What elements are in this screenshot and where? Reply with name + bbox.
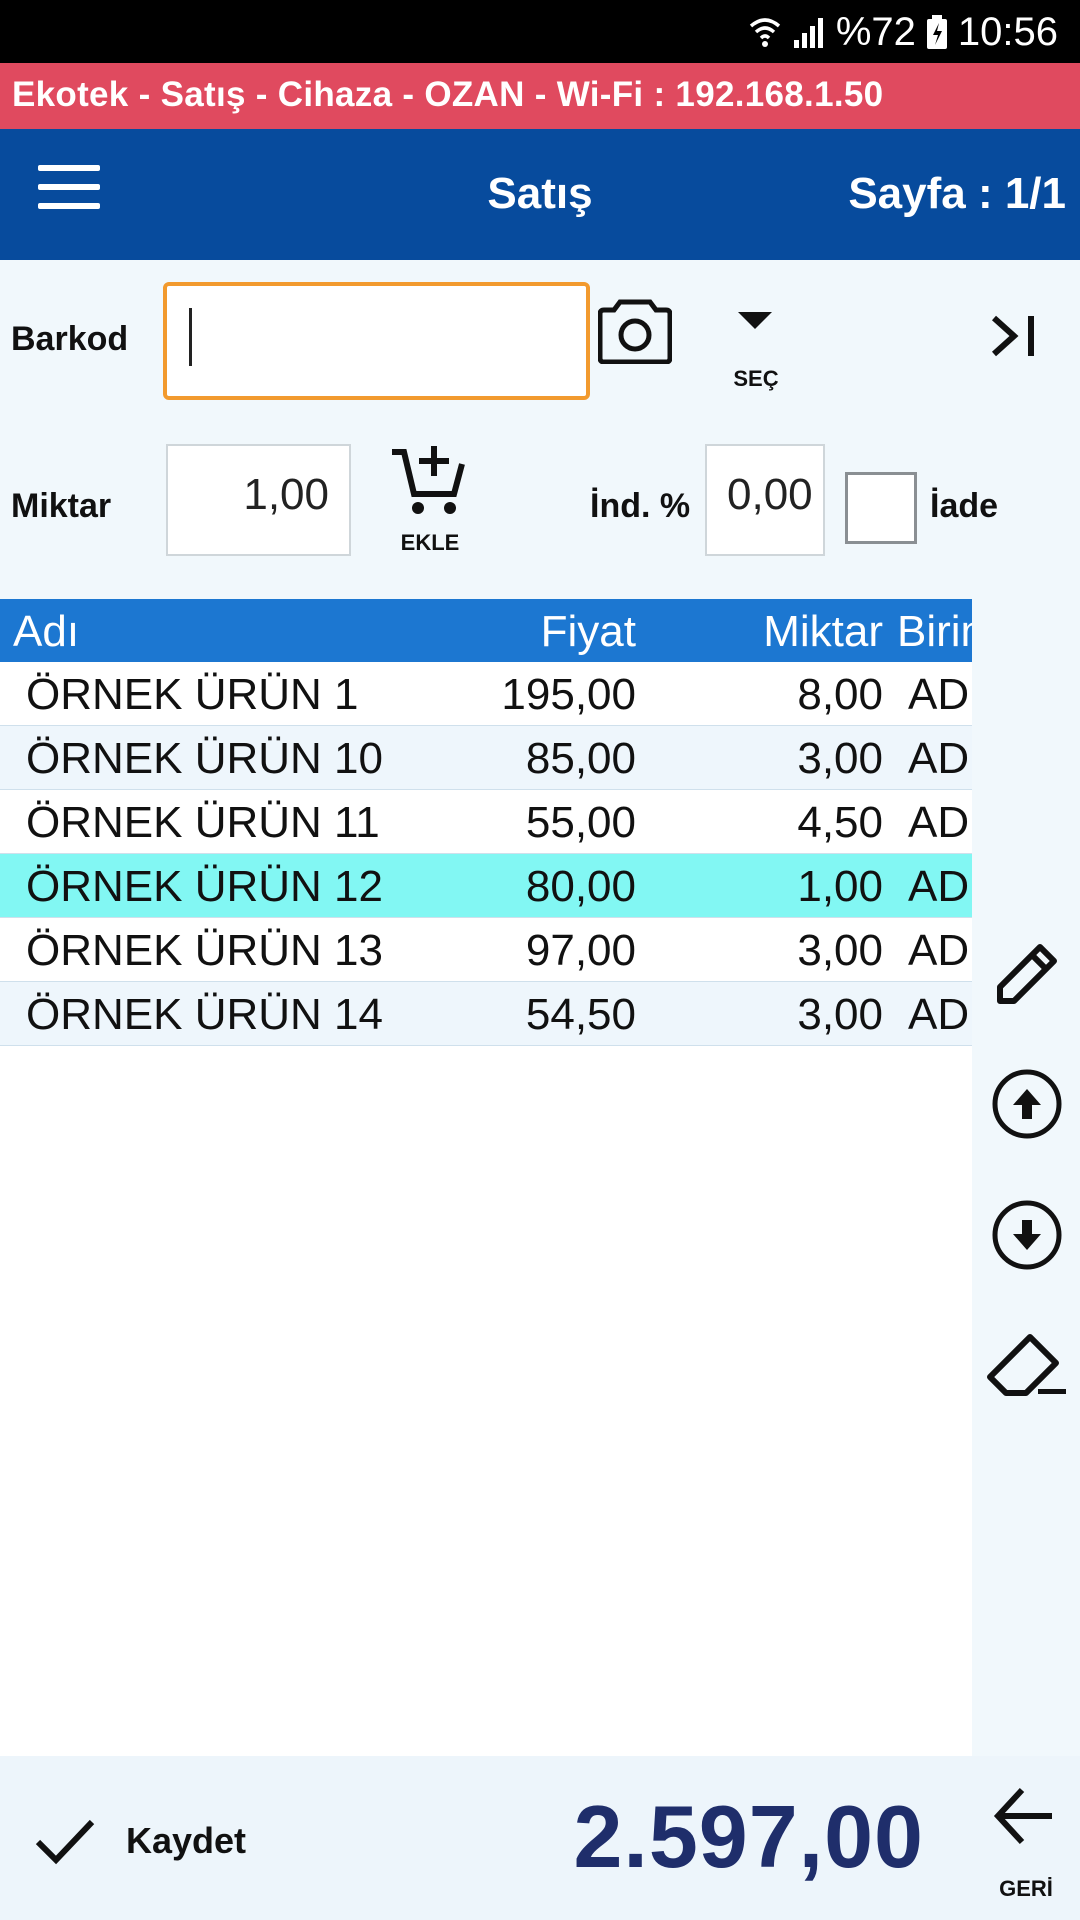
signal-icon xyxy=(793,18,823,48)
add-label: EKLE xyxy=(400,530,460,555)
quantity-label: Miktar xyxy=(11,487,112,525)
back-button[interactable]: GERİ xyxy=(972,1776,1080,1906)
cell-name: ÖRNEK ÜRÜN 10 xyxy=(26,734,383,783)
camera-icon[interactable] xyxy=(598,298,672,364)
eraser-icon[interactable] xyxy=(986,1333,1068,1399)
header-price: Fiyat xyxy=(540,607,636,656)
cell-name: ÖRNEK ÜRÜN 11 xyxy=(26,798,380,847)
table-header: Adı Fiyat Miktar Birim xyxy=(0,599,997,662)
list-empty-area xyxy=(0,1046,972,1756)
total-amount: 2.597,00 xyxy=(573,1787,924,1886)
arrow-left-icon xyxy=(993,1787,1052,1845)
table-row[interactable]: ÖRNEK ÜRÜN 11 55,00 4,50 ADET xyxy=(0,790,972,854)
text-cursor xyxy=(189,308,192,366)
cell-quantity: 3,00 xyxy=(797,734,883,783)
pencil-icon[interactable] xyxy=(992,939,1062,1009)
header-name: Adı xyxy=(13,607,80,656)
cell-unit: ADET xyxy=(908,734,972,783)
save-label: Kaydet xyxy=(126,1820,247,1861)
status-bar: %72 10:56 xyxy=(0,0,1080,63)
table-row[interactable]: ÖRNEK ÜRÜN 12 80,00 1,00 ADET xyxy=(0,854,972,918)
action-rail xyxy=(972,599,1080,1756)
select-label: SEÇ xyxy=(733,366,779,391)
page-indicator: Sayfa : 1/1 xyxy=(848,169,1066,218)
banner-text: Ekotek - Satış - Cihaza - OZAN - Wi-Fi :… xyxy=(12,75,884,114)
cell-name: ÖRNEK ÜRÜN 13 xyxy=(26,926,383,975)
cell-price: 195,00 xyxy=(501,670,636,719)
back-label: GERİ xyxy=(999,1876,1053,1901)
add-button[interactable]: EKLE xyxy=(386,444,474,556)
cell-price: 54,50 xyxy=(525,990,636,1039)
cell-price: 97,00 xyxy=(525,926,636,975)
wifi-icon xyxy=(749,18,780,47)
cell-name: ÖRNEK ÜRÜN 1 xyxy=(26,670,359,719)
app-banner: Ekotek - Satış - Cihaza - OZAN - Wi-Fi :… xyxy=(0,63,1080,129)
cell-quantity: 8,00 xyxy=(797,670,883,719)
battery-percent: %72 xyxy=(835,9,916,54)
cell-price: 85,00 xyxy=(525,734,636,783)
cell-unit: ADET xyxy=(908,798,972,847)
discount-label: İnd. % xyxy=(590,487,691,525)
add-to-cart-icon xyxy=(392,446,465,514)
barcode-label: Barkod xyxy=(11,320,129,358)
cell-unit: ADET xyxy=(908,990,972,1039)
battery-icon xyxy=(926,15,947,49)
save-button[interactable]: Kaydet xyxy=(34,1806,246,1876)
cell-unit: ADET xyxy=(908,926,972,975)
arrow-down-circle-icon[interactable] xyxy=(990,1198,1064,1272)
checkmark-icon xyxy=(35,1819,95,1865)
cell-unit: ADET xyxy=(908,670,972,719)
table-row[interactable]: ÖRNEK ÜRÜN 14 54,50 3,00 ADET xyxy=(0,982,972,1046)
discount-value: 0,00 xyxy=(727,470,813,519)
cell-quantity: 3,00 xyxy=(797,926,883,975)
dropdown-arrow-icon xyxy=(738,312,772,329)
discount-input[interactable]: 0,00 xyxy=(705,444,825,556)
quantity-input[interactable]: 1,00 xyxy=(166,444,351,556)
arrow-up-circle-icon[interactable] xyxy=(990,1067,1064,1141)
table-row[interactable]: ÖRNEK ÜRÜN 1 195,00 8,00 ADET xyxy=(0,662,972,726)
return-checkbox[interactable] xyxy=(845,472,917,544)
cell-name: ÖRNEK ÜRÜN 12 xyxy=(26,862,383,911)
select-button[interactable]: SEÇ xyxy=(716,300,796,395)
cell-price: 55,00 xyxy=(525,798,636,847)
product-table: Adı Fiyat Miktar Birim ÖRNEK ÜRÜN 1 195,0… xyxy=(0,599,997,1046)
clock: 10:56 xyxy=(957,9,1058,54)
toolbar: Satış Sayfa : 1/1 xyxy=(0,129,1080,260)
cell-quantity: 4,50 xyxy=(797,798,883,847)
return-label: İade xyxy=(930,487,999,525)
barcode-input[interactable] xyxy=(163,282,590,400)
footer-bar: Kaydet 2.597,00 GERİ xyxy=(0,1756,1080,1920)
cell-name: ÖRNEK ÜRÜN 14 xyxy=(26,990,383,1039)
header-quantity: Miktar xyxy=(763,607,883,656)
table-row[interactable]: ÖRNEK ÜRÜN 13 97,00 3,00 ADET xyxy=(0,918,972,982)
table-row[interactable]: ÖRNEK ÜRÜN 10 85,00 3,00 ADET xyxy=(0,726,972,790)
cell-quantity: 3,00 xyxy=(797,990,883,1039)
quantity-value: 1,00 xyxy=(243,470,329,519)
cell-price: 80,00 xyxy=(525,862,636,911)
skip-end-icon[interactable] xyxy=(990,314,1040,358)
cell-quantity: 1,00 xyxy=(797,862,883,911)
cell-unit: ADET xyxy=(908,862,972,911)
